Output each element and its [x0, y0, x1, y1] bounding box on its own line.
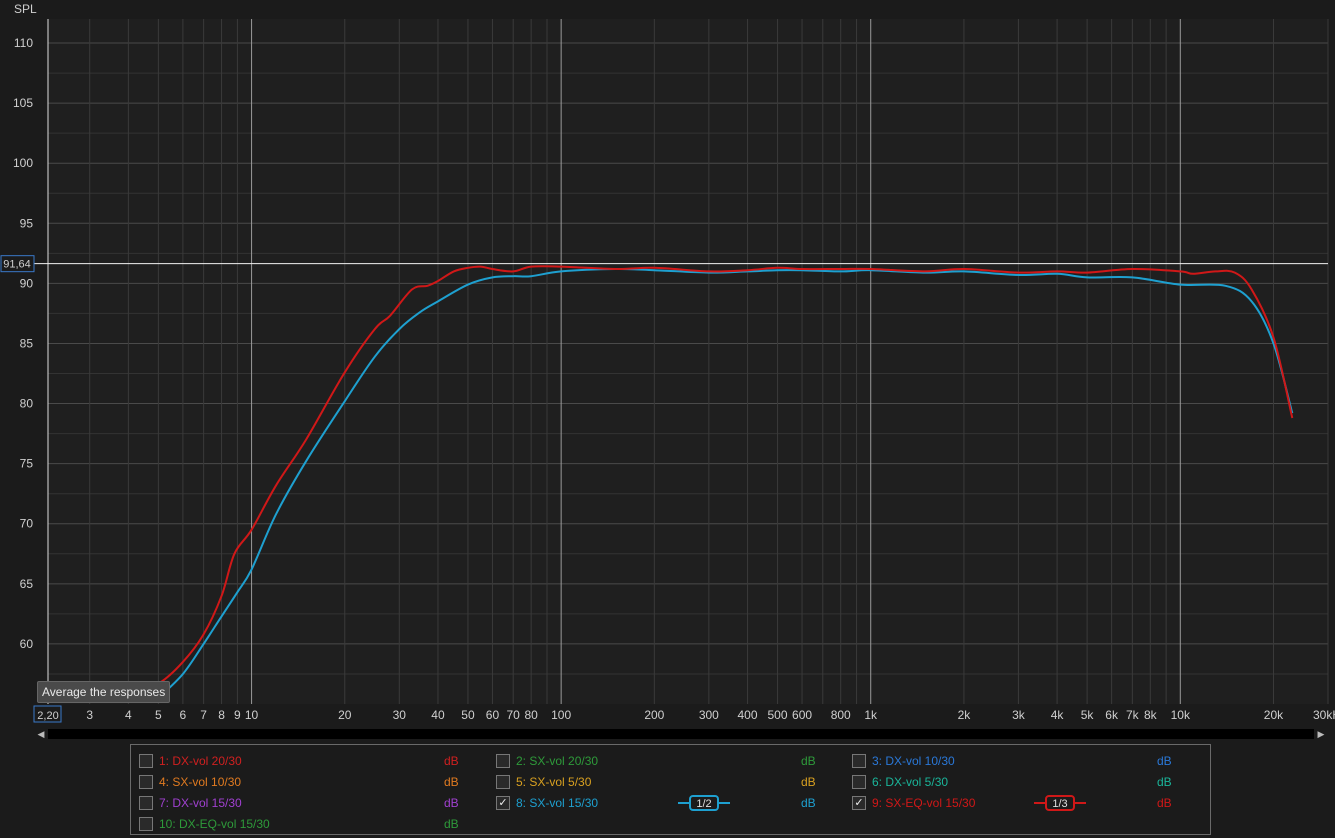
cursor-y-value: 91,64 [3, 259, 31, 271]
y-tick-label: 90 [20, 276, 34, 290]
legend-checkbox[interactable] [139, 817, 153, 831]
y-tick-label: 95 [20, 216, 34, 230]
checkmark-icon[interactable]: ✓ [496, 796, 510, 810]
legend-item[interactable]: 5: SX-vol 5/30 dB [496, 772, 841, 792]
x-tick-label: 500 [768, 708, 788, 722]
legend-unit: dB [444, 796, 459, 810]
x-tick-label: 7k [1126, 708, 1140, 722]
x-tick-label: 70 [507, 708, 521, 722]
legend-label: 8: SX-vol 15/30 [516, 796, 599, 810]
x-tick-label: 20k [1264, 708, 1284, 722]
x-tick-label: 5 [155, 708, 162, 722]
x-tick-label: 5k [1081, 708, 1095, 722]
legend-item[interactable]: 7: DX-vol 15/30 dB [139, 793, 484, 813]
legend-item[interactable]: 3: DX-vol 10/30 dB [852, 751, 1197, 771]
legend-item[interactable]: ✓ 8: SX-vol 15/30 1/2 dB [496, 793, 841, 813]
legend-label: 7: DX-vol 15/30 [159, 796, 242, 810]
x-tick-label: 8k [1144, 708, 1158, 722]
x-tick-label: 600 [792, 708, 812, 722]
x-tick-label: 7 [200, 708, 207, 722]
x-tick-label: 30kHz [1313, 708, 1335, 722]
legend-unit: dB [1157, 796, 1172, 810]
legend-unit: dB [444, 754, 459, 768]
x-tick-label: 20 [338, 708, 352, 722]
smoothing-label: 1/3 [1052, 798, 1067, 810]
x-tick-label: 4 [125, 708, 132, 722]
x-tick-label: 4k [1051, 708, 1065, 722]
legend-label: 1: DX-vol 20/30 [159, 754, 242, 768]
legend-label: 9: SX-EQ-vol 15/30 [872, 796, 976, 810]
x-tick-label: 300 [699, 708, 719, 722]
legend-item[interactable]: 4: SX-vol 10/30 dB [139, 772, 484, 792]
y-tick-label: 100 [13, 156, 33, 170]
smoothing-badge[interactable]: 1/2 [678, 794, 730, 812]
y-tick-label: 70 [20, 517, 34, 531]
horizontal-scrollbar[interactable]: ◀ ▶ [34, 727, 1328, 741]
x-tick-label: 9 [234, 708, 241, 722]
legend-label: 4: SX-vol 10/30 [159, 775, 242, 789]
y-tick-label: 85 [20, 336, 34, 350]
legend-unit: dB [444, 775, 459, 789]
y-axis-label: SPL [14, 2, 37, 16]
x-tick-label: 60 [486, 708, 500, 722]
plot-area[interactable] [48, 19, 1328, 704]
x-tick-label: 3 [86, 708, 93, 722]
legend-label: 5: SX-vol 5/30 [516, 775, 592, 789]
legend-label: 2: SX-vol 20/30 [516, 754, 599, 768]
x-tick-label: 100 [551, 708, 571, 722]
legend-checkbox[interactable] [852, 775, 866, 789]
x-tick-label: 10k [1171, 708, 1191, 722]
x-tick-label: 1k [864, 708, 878, 722]
legend-checkbox[interactable] [139, 775, 153, 789]
legend-item[interactable]: ✓ 9: SX-EQ-vol 15/30 1/3 dB [852, 793, 1197, 813]
smoothing-badge[interactable]: 1/3 [1034, 794, 1086, 812]
chart[interactable]: 60 65 70 75 80 85 90 95 100 105 110 3 4 5 6 7 8 9 10 20 30 4… [0, 0, 1335, 725]
legend-unit: dB [1157, 775, 1172, 789]
legend-checkbox[interactable] [496, 775, 510, 789]
legend-unit: dB [801, 754, 816, 768]
x-tick-label: 10 [245, 708, 259, 722]
legend-checkbox[interactable] [496, 754, 510, 768]
legend-item[interactable]: 2: SX-vol 20/30 dB [496, 751, 841, 771]
legend-checkbox[interactable] [852, 754, 866, 768]
x-tick-label: 6k [1105, 708, 1119, 722]
y-tick-label: 75 [20, 457, 34, 471]
x-tick-label: 40 [431, 708, 445, 722]
legend-label: 6: DX-vol 5/30 [872, 775, 949, 789]
cursor-x-value: 2,20 [37, 710, 58, 722]
y-tick-label: 80 [20, 397, 34, 411]
x-tick-label: 400 [738, 708, 758, 722]
x-tick-label: 8 [218, 708, 225, 722]
x-tick-label: 80 [524, 708, 538, 722]
arrow-left-icon[interactable]: ◀ [34, 727, 48, 741]
x-tick-label: 800 [831, 708, 851, 722]
scroll-track[interactable] [48, 729, 1314, 739]
legend-unit: dB [801, 775, 816, 789]
y-tick-label: 65 [20, 577, 34, 591]
legend-checkbox[interactable] [139, 754, 153, 768]
legend-checkbox[interactable] [139, 796, 153, 810]
x-tick-label: 6 [180, 708, 187, 722]
y-tick-label: 60 [20, 637, 34, 651]
arrow-right-icon[interactable]: ▶ [1314, 727, 1328, 741]
x-tick-label: 200 [644, 708, 664, 722]
tooltip: Average the responses [37, 681, 171, 703]
x-tick-label: 30 [393, 708, 407, 722]
legend-unit: dB [801, 796, 816, 810]
legend-panel: 1: DX-vol 20/30 dB 2: SX-vol 20/30 dB 3: DX-… [130, 744, 1211, 835]
x-tick-label: 3k [1012, 708, 1026, 722]
legend-item[interactable]: 10: DX-EQ-vol 15/30 dB [139, 814, 484, 834]
legend-label: 3: DX-vol 10/30 [872, 754, 955, 768]
checkmark-icon[interactable]: ✓ [852, 796, 866, 810]
x-tick-label: 2k [958, 708, 972, 722]
legend-label: 10: DX-EQ-vol 15/30 [159, 817, 270, 831]
legend-item[interactable]: 6: DX-vol 5/30 dB [852, 772, 1197, 792]
y-tick-label: 105 [13, 96, 33, 110]
legend-unit: dB [444, 817, 459, 831]
legend-item[interactable]: 1: DX-vol 20/30 dB [139, 751, 484, 771]
y-tick-label: 110 [14, 36, 33, 50]
smoothing-label: 1/2 [696, 798, 711, 810]
x-tick-label: 50 [461, 708, 475, 722]
legend-unit: dB [1157, 754, 1172, 768]
